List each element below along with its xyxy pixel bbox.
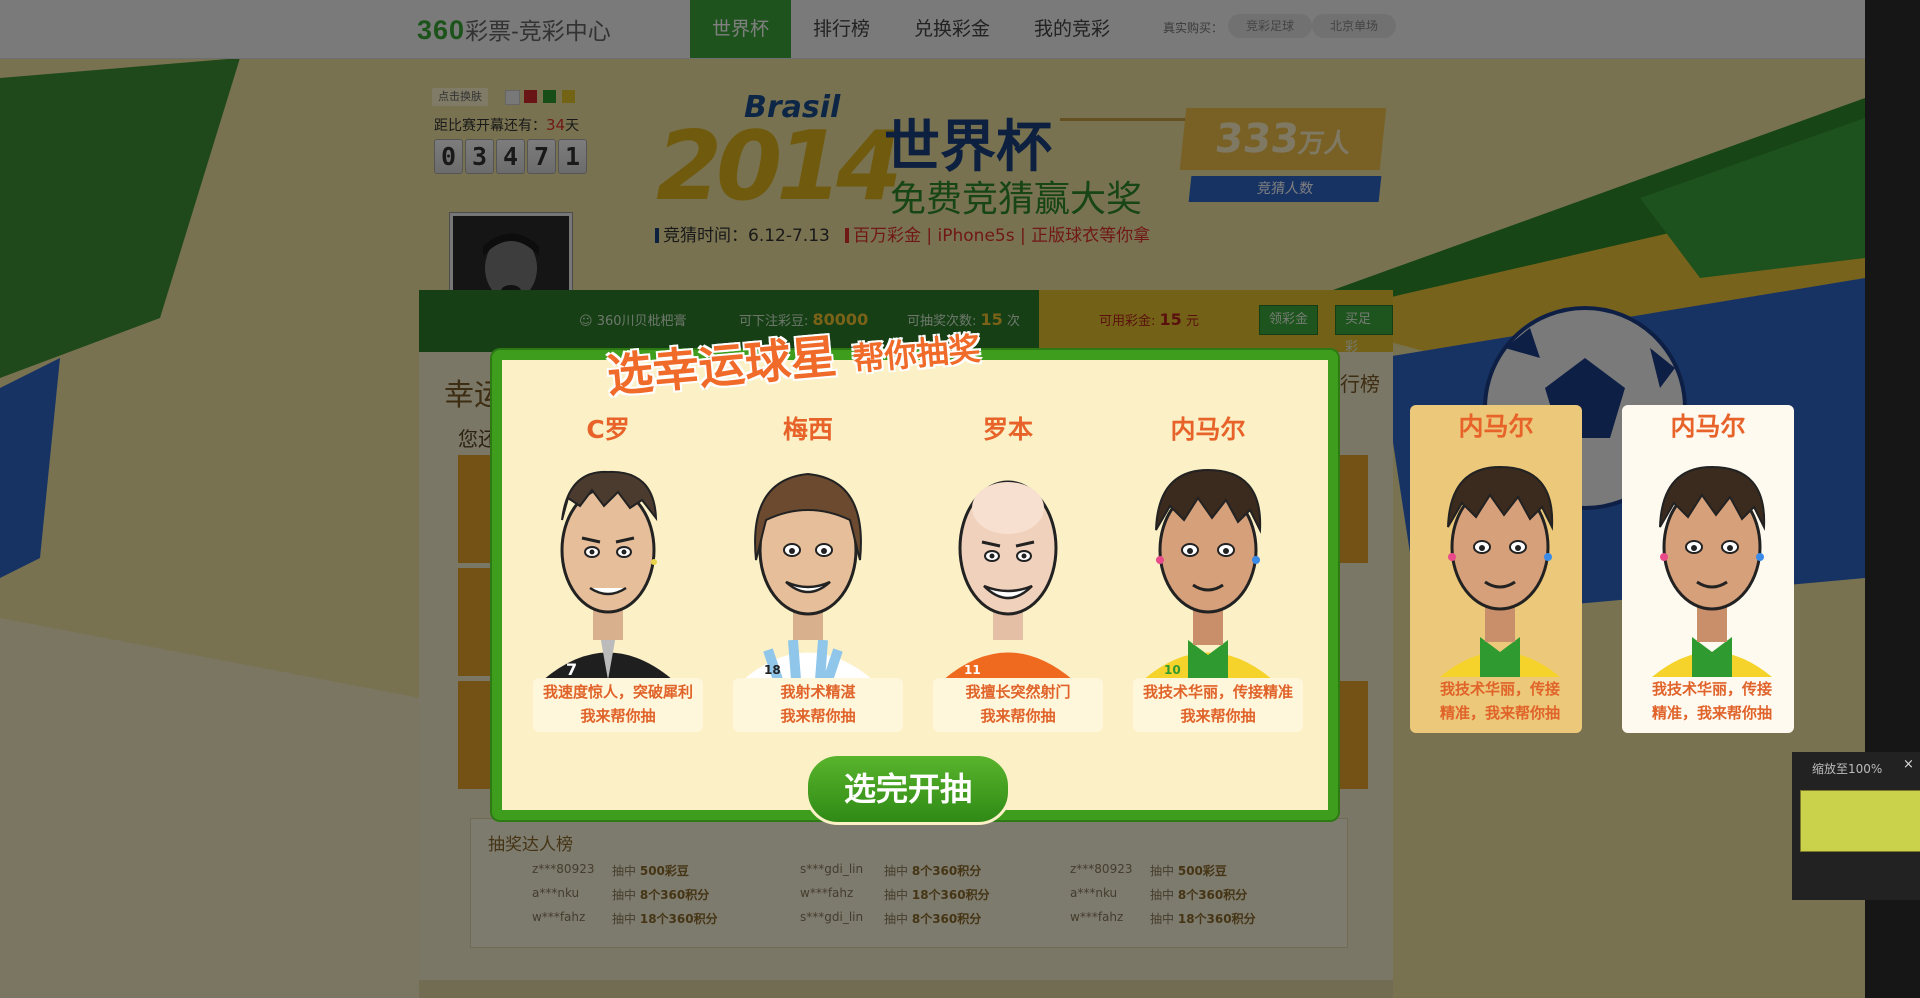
player-option-neymar[interactable]: 内马尔 10 我技术华丽，传接精准 我来帮你抽: [1118, 408, 1303, 738]
player-portrait: [1440, 465, 1560, 677]
zoom-label[interactable]: 缩放至100%: [1812, 760, 1882, 777]
player-name: 内马尔: [1458, 412, 1534, 441]
page: 360彩票-竞彩中心 世界杯 排行榜 兑换彩金 我的竞彩 真实购买： 竞彩足球 …: [0, 0, 1865, 998]
start-draw-button[interactable]: 选完开抽: [805, 753, 1011, 825]
player-portrait: 10: [1143, 468, 1273, 680]
player-quote: 我技术华丽，传接 精准，我来帮你抽: [1439, 680, 1560, 722]
player-quote: 我擅长突然射门 我来帮你抽: [933, 678, 1103, 732]
player-name: 内马尔: [1170, 415, 1246, 444]
player-name: 内马尔: [1670, 412, 1746, 441]
player-portrait: 7: [543, 470, 673, 680]
svg-text:10: 10: [1164, 663, 1181, 677]
player-option-messi[interactable]: 梅西 18 我射术精湛 我来帮你抽: [718, 408, 903, 738]
player-name: 梅西: [782, 415, 833, 444]
svg-text:7: 7: [566, 660, 577, 679]
player-quote: 我射术精湛 我来帮你抽: [733, 678, 903, 732]
svg-text:18: 18: [764, 663, 781, 677]
player-quote: 我技术华丽，传接 精准，我来帮你抽: [1651, 680, 1772, 722]
player-card-neymar[interactable]: 内马尔 我技术华丽，传接 精准，我来帮你抽: [1622, 405, 1794, 733]
player-portrait: 11: [943, 480, 1073, 680]
player-portrait: [1652, 465, 1772, 677]
zoom-thumbnail[interactable]: [1800, 790, 1920, 852]
player-portrait: 18: [743, 472, 873, 680]
player-option-cronaldo[interactable]: C罗 7 我速度惊人，突破犀利 我来帮你抽: [518, 408, 703, 738]
player-quote: 我技术华丽，传接精准 我来帮你抽: [1133, 678, 1303, 732]
player-card-neymar-selected[interactable]: 内马尔 我技术华丽，传接 精准，我来帮你抽: [1410, 405, 1582, 733]
svg-text:11: 11: [964, 663, 981, 677]
player-quote: 我速度惊人，突破犀利 我来帮你抽: [533, 678, 703, 732]
player-name: 罗本: [982, 415, 1033, 444]
player-option-robben[interactable]: 罗本 11 我擅长突然射门 我来帮你抽: [918, 408, 1103, 738]
close-icon[interactable]: ×: [1903, 757, 1914, 772]
player-name: C罗: [586, 415, 630, 444]
